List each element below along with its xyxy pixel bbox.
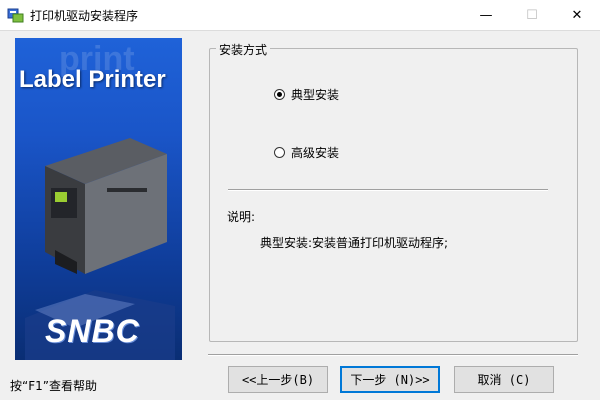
typical-install-radio[interactable]: 典型安装 [274, 86, 339, 103]
radio-checked-icon[interactable] [274, 89, 285, 100]
radio-unchecked-icon[interactable] [274, 147, 285, 158]
window-title: 打印机驱动安装程序 [30, 9, 139, 23]
printer-banner-image: print Label Printer SNBC [15, 38, 182, 360]
help-hint: 按“F1”查看帮助 [10, 379, 97, 393]
snbc-logo: SNBC [45, 313, 140, 349]
close-button[interactable]: ✕ [554, 0, 600, 30]
description-text: 典型安装:安装普通打印机驱动程序; [260, 236, 449, 250]
printer-illustration [25, 138, 175, 360]
maximize-button[interactable]: ☐ [509, 0, 555, 30]
divider [228, 189, 548, 190]
back-button[interactable]: <<上一步(B) [228, 366, 328, 393]
title-bar: 打印机驱动安装程序 — ☐ ✕ [0, 0, 600, 31]
minimize-button[interactable]: — [463, 0, 509, 30]
footer-divider [208, 354, 578, 355]
install-type-legend: 安装方式 [216, 41, 271, 58]
advanced-install-radio[interactable]: 高级安装 [274, 144, 339, 161]
next-button[interactable]: 下一步 (N)>> [340, 366, 440, 393]
app-icon [7, 8, 24, 23]
advanced-install-label: 高级安装 [291, 146, 340, 160]
install-type-group [209, 48, 578, 342]
description-title: 说明: [227, 210, 256, 224]
cancel-button[interactable]: 取消 (C) [454, 366, 554, 393]
typical-install-label: 典型安装 [291, 88, 340, 102]
